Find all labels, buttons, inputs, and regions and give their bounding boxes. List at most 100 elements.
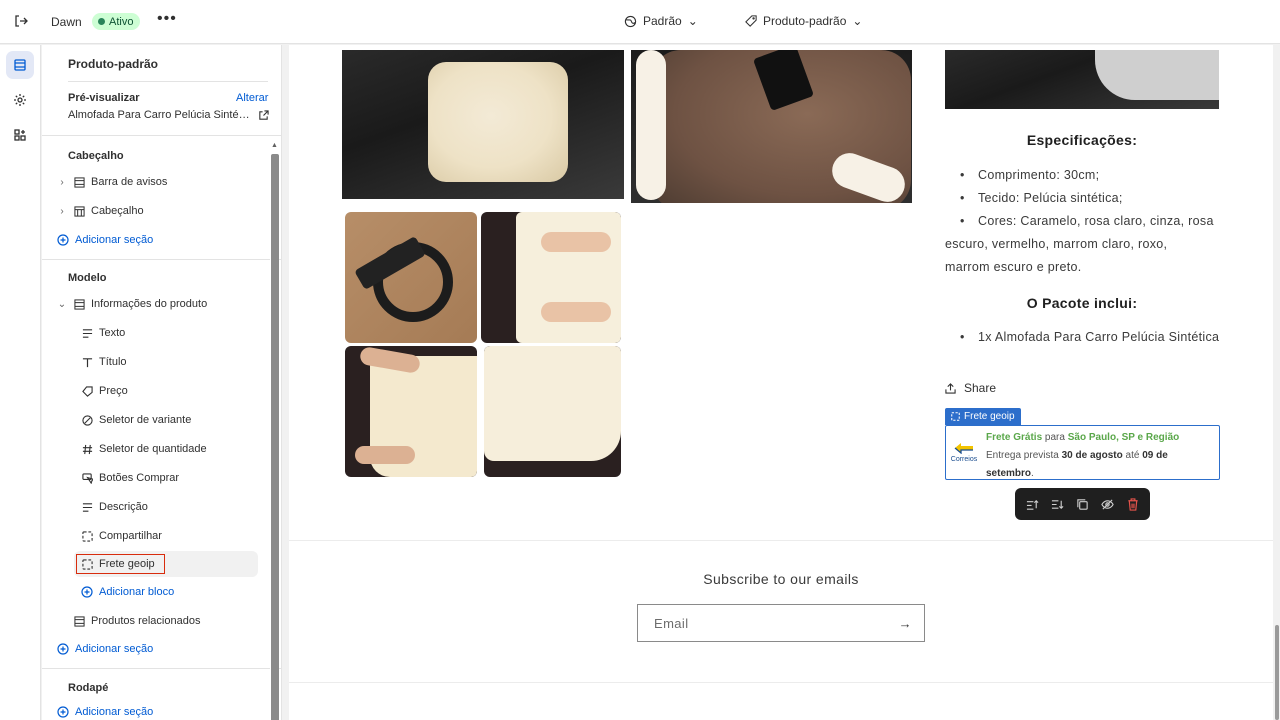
add-section-footer-button[interactable]: Adicionar seção — [56, 699, 258, 720]
section-icon — [72, 175, 86, 189]
block-quantity-selector[interactable]: Seletor de quantidade — [80, 436, 260, 462]
chevron-down-icon[interactable]: ⌄ — [56, 299, 68, 310]
list-item: Tecido: Pelúcia sintética; — [960, 187, 1220, 210]
preview-product-name: Almofada Para Carro Pelúcia Sinté… — [68, 109, 250, 121]
sections-icon[interactable] — [6, 51, 34, 79]
section-product-info[interactable]: ⌄ Informações do produto — [56, 291, 258, 317]
header-group-title: Cabeçalho — [68, 150, 124, 162]
footer-group-title: Rodapé — [68, 682, 109, 694]
block-description[interactable]: Descrição — [80, 494, 260, 520]
status-badge: Ativo — [92, 13, 141, 30]
share-button[interactable]: Share — [945, 381, 996, 395]
left-rail — [0, 45, 41, 720]
correios-logo-text: Correios — [950, 456, 978, 463]
product-image[interactable] — [631, 50, 912, 203]
add-section-label: Adicionar seção — [75, 234, 154, 246]
view-selector[interactable]: Padrão ⌄ — [624, 14, 698, 28]
list-item-continued: marrom escuro e preto. — [945, 260, 1082, 274]
variant-icon — [80, 413, 94, 427]
hash-icon — [80, 442, 94, 456]
block-label: Texto — [99, 327, 126, 339]
section-announcement-bar[interactable]: › Barra de avisos — [56, 169, 258, 195]
frete-geoip-tag[interactable]: Frete geoip — [945, 408, 1021, 425]
block-text[interactable]: Texto — [80, 320, 260, 346]
correios-logo-icon — [954, 443, 973, 455]
block-label: Seletor de variante — [99, 414, 192, 426]
block-title[interactable]: Título — [80, 349, 260, 375]
divider — [68, 81, 268, 82]
section-label: Cabeçalho — [91, 205, 144, 217]
block-label: Título — [99, 356, 127, 368]
block-price[interactable]: Preço — [80, 378, 260, 404]
apps-icon[interactable] — [6, 121, 34, 149]
settings-gear-icon[interactable] — [6, 86, 34, 114]
add-block-label: Adicionar bloco — [99, 586, 175, 598]
product-image[interactable] — [342, 50, 624, 199]
move-up-icon[interactable] — [1024, 495, 1042, 513]
block-label: Compartilhar — [99, 530, 162, 542]
frete-connector: para — [1042, 432, 1068, 443]
chevron-right-icon[interactable]: › — [56, 206, 68, 217]
delete-trash-icon[interactable] — [1124, 495, 1142, 513]
list-item-continued: escuro, vermelho, marrom claro, roxo, — [945, 237, 1168, 251]
scrollbar-thumb[interactable] — [1275, 625, 1279, 720]
plus-circle-icon — [80, 585, 94, 599]
section-header[interactable]: › Cabeçalho — [56, 198, 258, 224]
theme-preview: Especificações: Comprimento: 30cm; Tecid… — [289, 45, 1273, 720]
add-section-label: Adicionar seção — [75, 706, 154, 718]
plus-circle-icon — [56, 642, 70, 656]
block-buy-buttons[interactable]: Botões Comprar — [80, 465, 260, 491]
template-selector[interactable]: Produto-padrão ⌄ — [745, 14, 862, 28]
product-image[interactable] — [481, 212, 621, 343]
scroll-up-arrow-icon[interactable]: ▲ — [271, 142, 278, 149]
newsletter-title: Subscribe to our emails — [703, 571, 859, 587]
chevron-down-icon: ⌄ — [852, 14, 863, 28]
product-image[interactable] — [484, 346, 621, 477]
view-selector-label: Padrão — [643, 14, 682, 28]
sections-sidebar: Produto-padrão Pré-visualizar Alterar Al… — [42, 45, 282, 720]
chevron-right-icon[interactable]: › — [56, 177, 68, 188]
section-icon — [72, 297, 86, 311]
add-block-button[interactable]: Adicionar bloco — [80, 579, 260, 605]
cursor-button-icon — [80, 471, 94, 485]
package-heading: O Pacote inclui: — [1026, 295, 1138, 311]
preview-scrollbar[interactable] — [1274, 45, 1280, 720]
move-down-icon[interactable] — [1049, 495, 1067, 513]
text-lines-icon — [80, 326, 94, 340]
section-divider — [289, 540, 1273, 541]
section-label: Barra de avisos — [91, 176, 168, 188]
block-variant-picker[interactable]: Seletor de variante — [80, 407, 260, 433]
add-section-template-button[interactable]: Adicionar seção — [56, 636, 258, 662]
preview-product[interactable]: Almofada Para Carro Pelúcia Sinté… — [68, 109, 269, 121]
add-section-header-button[interactable]: Adicionar seção — [56, 227, 258, 253]
more-actions-button[interactable]: ••• — [157, 11, 177, 31]
correios-logo: Correios — [949, 442, 979, 463]
frete-geoip-block[interactable]: Correios Frete Grátis para São Paulo, SP… — [945, 425, 1220, 480]
block-label: Botões Comprar — [99, 472, 180, 484]
scrollbar-thumb[interactable] — [271, 154, 279, 720]
exit-icon[interactable] — [14, 14, 30, 30]
dashed-box-icon — [80, 529, 94, 543]
block-label: Descrição — [99, 501, 148, 513]
delivery-date-from: 30 de agosto — [1061, 450, 1123, 461]
section-icon — [72, 614, 86, 628]
sidebar-scrollbar[interactable]: ▲ — [270, 142, 279, 720]
email-input[interactable]: Email → — [637, 604, 925, 642]
hide-eye-icon[interactable] — [1099, 495, 1117, 513]
highlight-box — [76, 554, 165, 574]
product-image[interactable] — [345, 346, 477, 477]
block-share[interactable]: Compartilhar — [80, 523, 260, 549]
preview-change-link[interactable]: Alterar — [236, 92, 268, 104]
frete-geoip-tag-label: Frete geoip — [964, 411, 1015, 422]
duplicate-icon[interactable] — [1074, 495, 1092, 513]
block-toolbar — [1015, 488, 1150, 520]
chevron-down-icon: ⌄ — [687, 14, 698, 28]
product-image[interactable] — [345, 212, 477, 343]
product-image[interactable] — [945, 50, 1219, 109]
external-link-icon[interactable] — [258, 109, 269, 121]
section-related-products[interactable]: Produtos relacionados — [56, 608, 258, 634]
share-icon — [945, 382, 956, 394]
tag-icon — [745, 15, 757, 27]
globe-icon — [624, 15, 637, 27]
submit-arrow-icon[interactable]: → — [899, 616, 912, 631]
